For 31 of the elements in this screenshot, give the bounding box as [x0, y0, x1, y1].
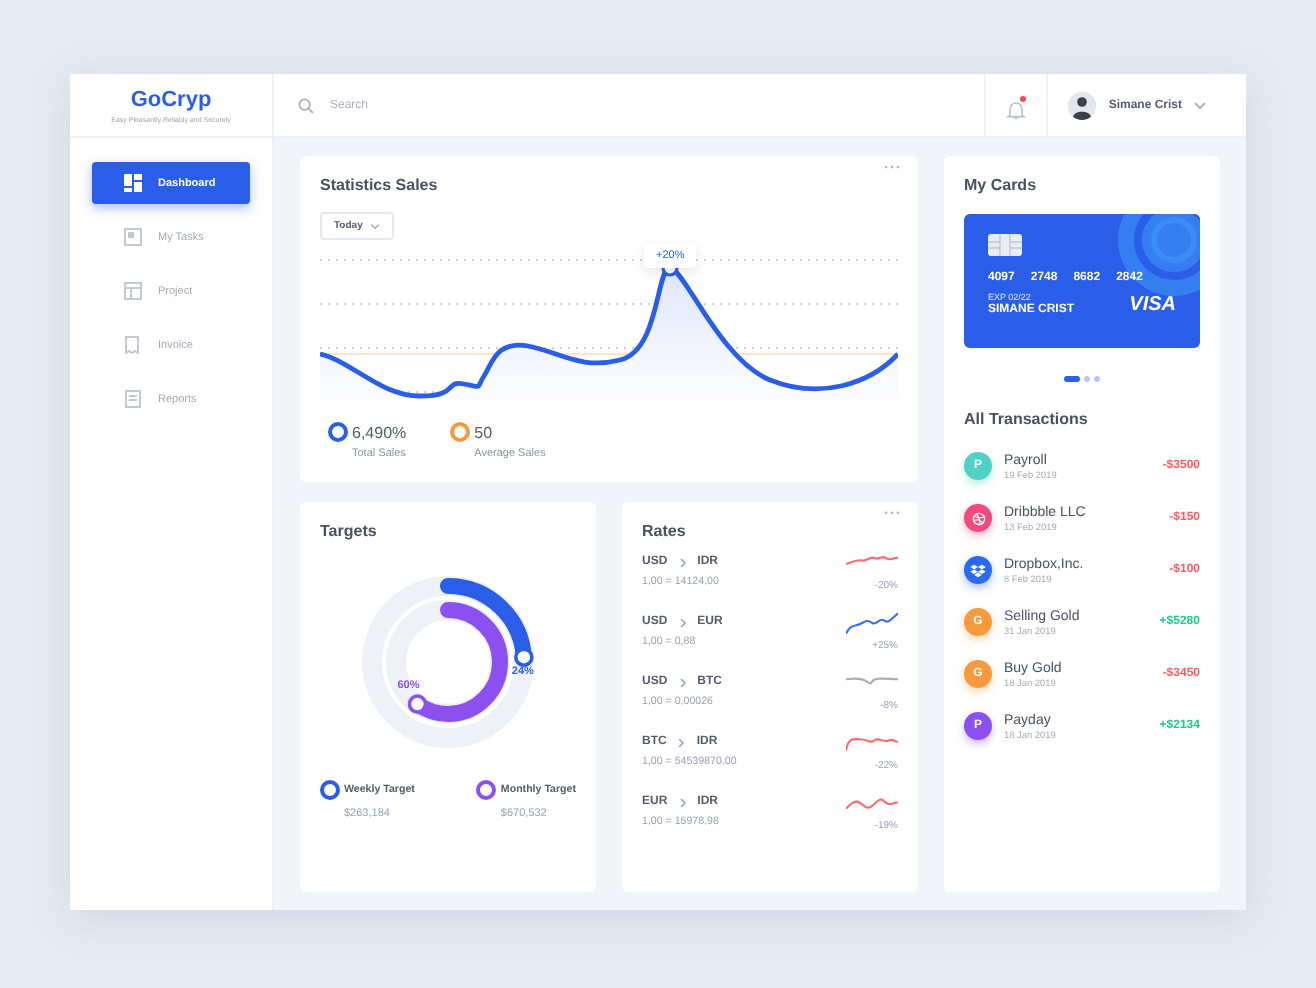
card-title: Targets	[320, 522, 379, 540]
pager-dot[interactable]	[1084, 376, 1090, 382]
document-icon	[124, 390, 142, 408]
arc-end-knob	[407, 694, 428, 714]
brand-logo: GoCryp	[130, 87, 212, 111]
board-icon	[124, 282, 142, 300]
chevron-right-icon	[679, 617, 686, 627]
card-title: Rates	[642, 522, 688, 540]
notification-bell-icon[interactable]	[1006, 95, 1027, 115]
more-icon[interactable]	[884, 164, 900, 170]
more-icon[interactable]	[884, 510, 900, 516]
card-title: Statistics Sales	[320, 176, 440, 194]
chevron-down-icon	[1194, 101, 1206, 109]
legend-value: 50	[474, 423, 495, 441]
pager-dot[interactable]	[1094, 376, 1100, 382]
chevron-right-icon	[679, 797, 686, 807]
chevron-right-icon	[678, 737, 685, 747]
card-title: My Cards	[964, 176, 1039, 194]
receipt-icon	[124, 336, 142, 354]
user-avatar	[1068, 91, 1097, 119]
card-title: All Transactions	[964, 410, 1090, 428]
card-chip-icon	[988, 234, 1022, 256]
chevron-right-icon	[679, 557, 686, 567]
task-icon	[124, 228, 142, 246]
chevron-right-icon	[679, 677, 686, 687]
arc-end-knob	[514, 647, 534, 668]
grid-icon	[124, 174, 142, 192]
card-brand: VISA	[1129, 294, 1176, 316]
search-icon	[298, 97, 314, 113]
chevron-down-icon	[370, 223, 381, 229]
legend-value: 6,490%	[352, 423, 407, 441]
